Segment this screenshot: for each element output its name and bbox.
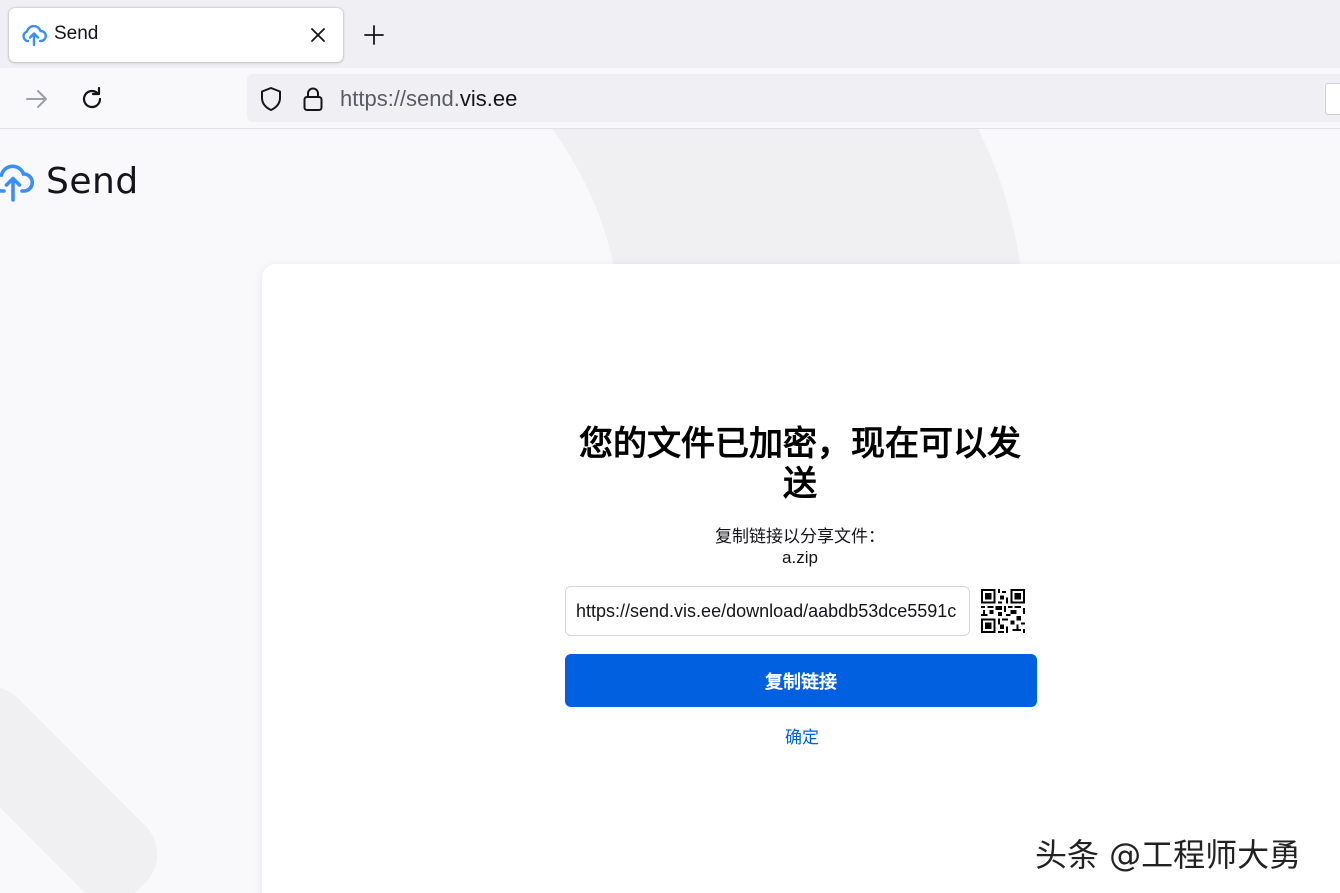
navigation-toolbar: https://send.vis.ee	[0, 68, 1340, 129]
qr-code-icon[interactable]	[981, 589, 1025, 633]
file-name: a.zip	[782, 548, 818, 567]
toolbar-edge-button[interactable]	[1325, 83, 1340, 115]
ok-link[interactable]: 确定	[762, 723, 842, 748]
cloud-upload-icon	[22, 24, 47, 47]
lock-icon[interactable]	[302, 86, 324, 112]
url-prefix: https://send.	[340, 86, 460, 111]
url-host: vis.ee	[459, 86, 518, 111]
logo-text: Send	[46, 161, 139, 202]
url-text[interactable]: https://send.vis.ee	[340, 86, 517, 112]
watermark: 头条 @工程师大勇	[1035, 836, 1302, 874]
upload-complete-card: 您的文件已加密，现在可以发送 复制链接以分享文件： a.zip 复制链接 确定	[262, 264, 1340, 893]
close-icon[interactable]	[306, 23, 330, 47]
page-title: 您的文件已加密，现在可以发送	[579, 425, 1021, 503]
page-content: Send 您的文件已加密，现在可以发送 复制链接以分享文件： a.zip 复制链…	[0, 129, 1340, 893]
plus-icon[interactable]	[361, 22, 387, 48]
reload-icon[interactable]	[78, 85, 106, 113]
cloud-upload-icon	[0, 164, 34, 202]
share-instructions: 复制链接以分享文件：	[715, 527, 885, 546]
share-link-input[interactable]	[565, 586, 970, 636]
tab-title: Send	[54, 23, 99, 44]
arrow-right-icon[interactable]	[24, 86, 50, 112]
browser-tab-send[interactable]: Send	[9, 8, 343, 62]
tab-strip: Send	[0, 0, 1340, 68]
shield-icon[interactable]	[259, 86, 283, 112]
copy-link-button[interactable]: 复制链接	[565, 654, 1037, 707]
url-bar[interactable]: https://send.vis.ee	[247, 74, 1340, 122]
